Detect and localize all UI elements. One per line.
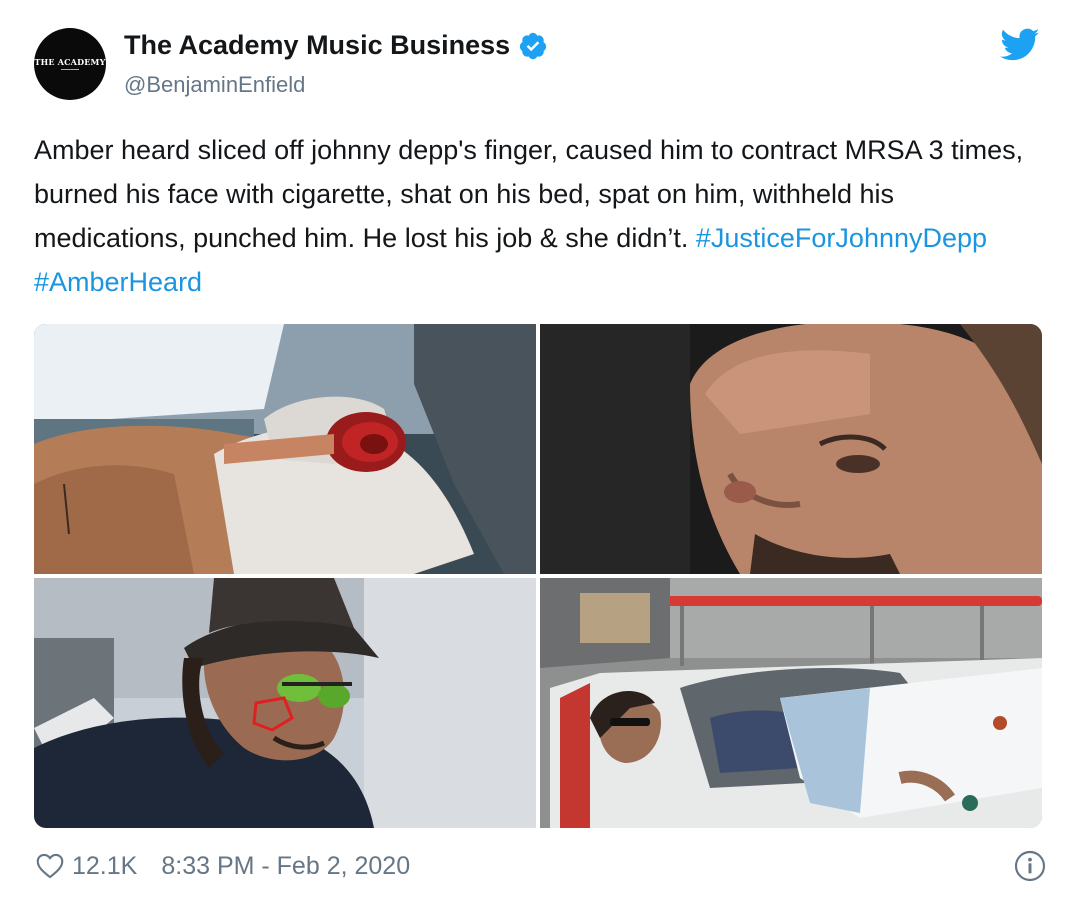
author-display-name[interactable]: The Academy Music Business <box>124 30 510 61</box>
hashtag-link-amberheard[interactable]: #AmberHeard <box>34 267 202 297</box>
twitter-bird-icon[interactable] <box>1000 28 1040 62</box>
tweet-footer: 12.1K 8:33 PM - Feb 2, 2020 <box>36 848 1046 884</box>
verified-badge-icon <box>520 32 547 59</box>
photo-injured-finger[interactable] <box>34 324 536 574</box>
avatar-logo-subline: ▬▬▬▬▬▬ <box>61 66 79 71</box>
media-grid <box>34 324 1042 828</box>
heart-icon[interactable] <box>36 853 64 879</box>
tweet-text: Amber heard sliced off johnny depp's fin… <box>34 128 1044 304</box>
avatar[interactable]: THE ACADEMY ▬▬▬▬▬▬ <box>34 28 106 100</box>
avatar-logo-text: THE ACADEMY <box>34 56 106 67</box>
tweet-timestamp[interactable]: 8:33 PM - Feb 2, 2020 <box>161 852 410 881</box>
author-handle[interactable]: @BenjaminEnfield <box>124 72 305 98</box>
author-row: The Academy Music Business <box>124 30 548 61</box>
photo-face-closeup[interactable] <box>540 324 1042 574</box>
hashtag-link-justiceforjohnnydepp[interactable]: #JusticeForJohnnyDepp <box>696 223 987 253</box>
photo-man-in-hat[interactable] <box>34 578 536 828</box>
like-count: 12.1K <box>72 851 138 880</box>
info-icon[interactable] <box>1014 850 1046 882</box>
photo-man-on-stretcher[interactable] <box>540 578 1042 828</box>
